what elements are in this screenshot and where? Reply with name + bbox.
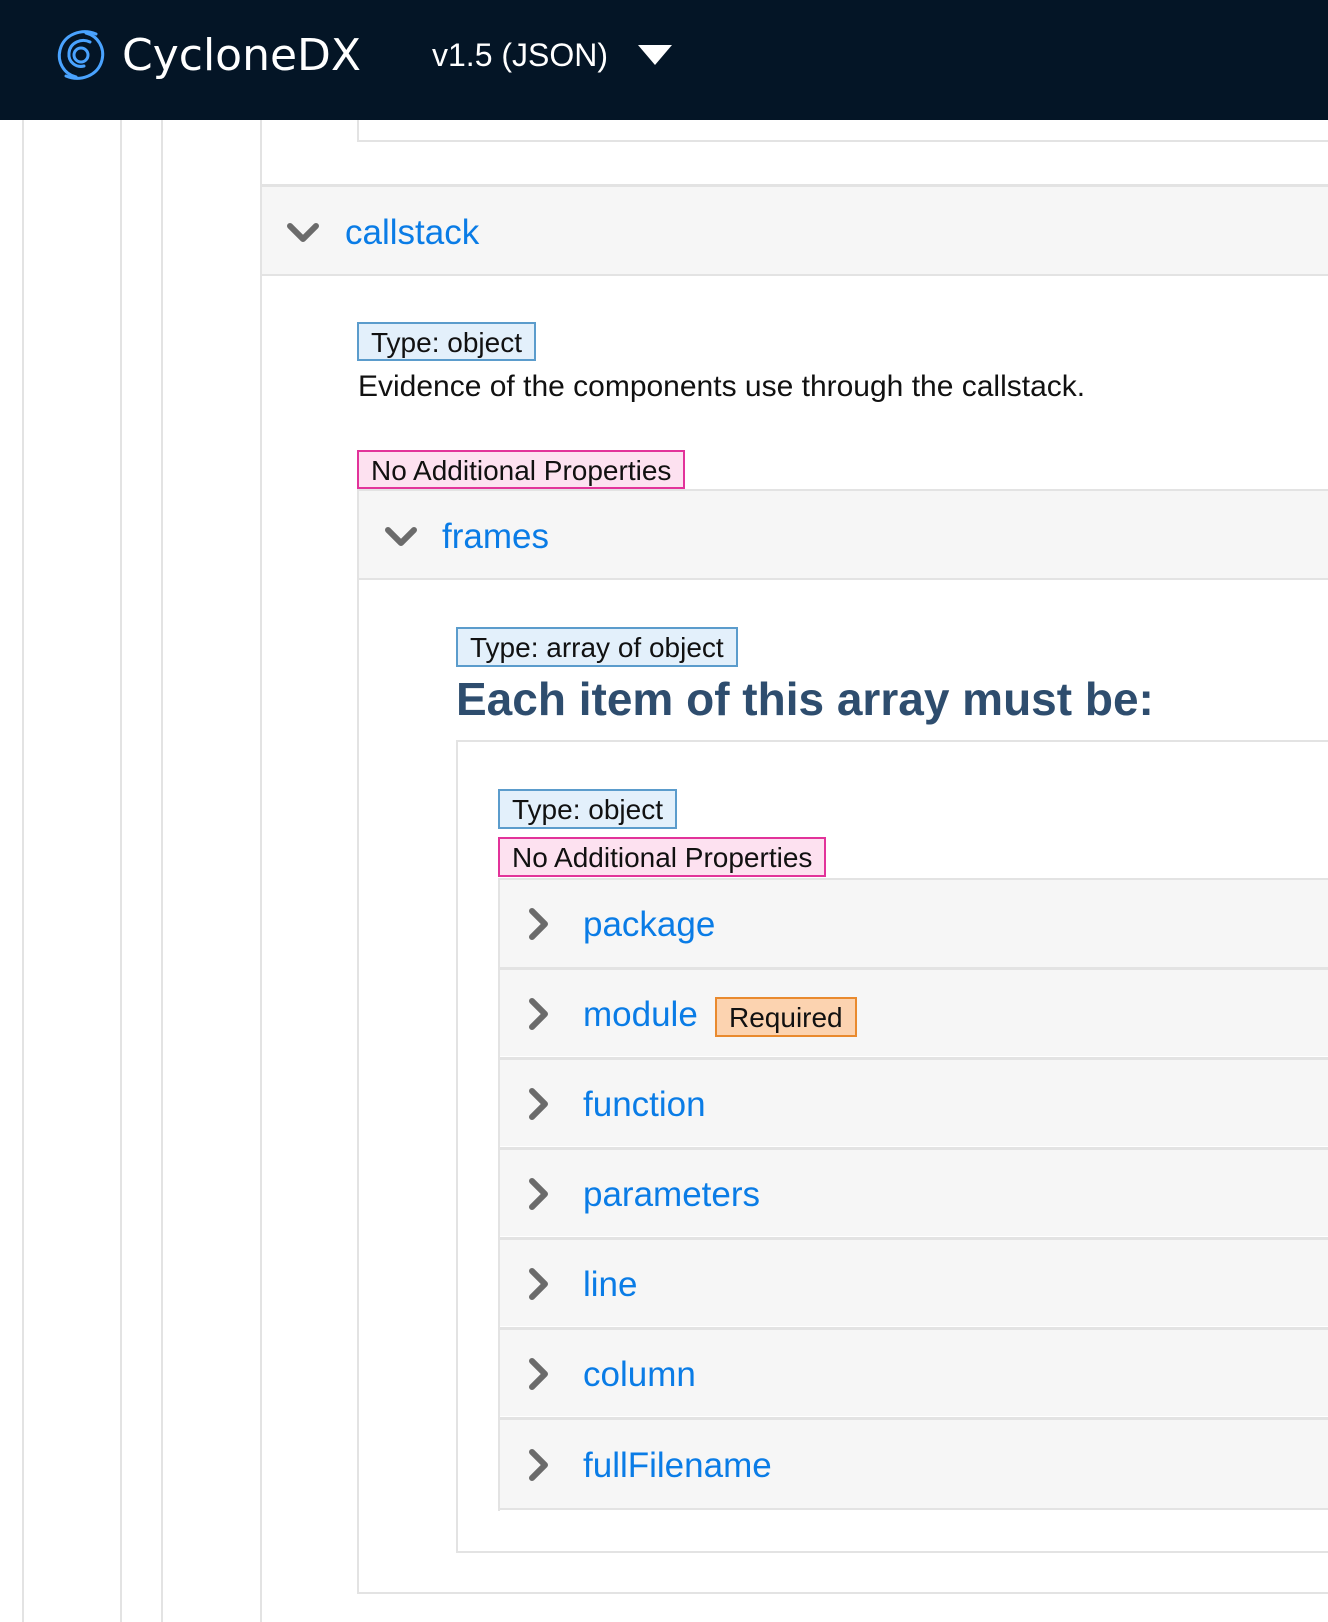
property-name-frames[interactable]: frames: [442, 519, 549, 554]
chevron-down-icon[interactable]: [286, 222, 320, 244]
item-box-border: [456, 740, 458, 1553]
row-border: [498, 1147, 1328, 1150]
frames-box-border: [357, 489, 359, 1594]
row-border: [498, 1057, 1328, 1060]
cyclonedx-logo-icon: [57, 30, 105, 80]
type-badge: Type: object: [498, 789, 677, 829]
row-border: [498, 878, 1328, 880]
prev-box-border: [357, 120, 359, 142]
nesting-guide: [120, 120, 122, 1622]
chevron-right-icon[interactable]: [528, 1357, 550, 1391]
row-border: [357, 489, 1328, 491]
no-additional-properties-badge: No Additional Properties: [357, 450, 686, 489]
type-badge: Type: object: [357, 322, 536, 361]
page: CycloneDX v1.5 (JSON) callstack Type: ob…: [0, 0, 1328, 1622]
row-border: [498, 1417, 1328, 1420]
version-label: v1.5 (JSON): [432, 36, 609, 73]
nesting-guide: [161, 120, 163, 1622]
chevron-right-icon[interactable]: [528, 1177, 550, 1211]
prev-box-border: [357, 140, 1328, 142]
chevron-right-icon[interactable]: [528, 1448, 550, 1482]
property-description: Evidence of the components use through t…: [358, 370, 1086, 403]
row-border: [498, 1508, 1328, 1510]
chevron-right-icon[interactable]: [528, 1267, 550, 1301]
row-border: [262, 274, 1328, 276]
property-name-parameters[interactable]: parameters: [583, 1177, 760, 1212]
chevron-right-icon[interactable]: [528, 1087, 550, 1121]
chevron-right-icon[interactable]: [528, 997, 550, 1031]
row-border: [498, 1237, 1328, 1240]
nesting-guide: [260, 120, 262, 1622]
property-name-module[interactable]: module: [583, 997, 698, 1032]
property-name-fullFilename[interactable]: fullFilename: [583, 1448, 772, 1483]
property-name-column[interactable]: column: [583, 1357, 696, 1392]
item-box-border: [456, 740, 1328, 742]
property-name-function[interactable]: function: [583, 1087, 706, 1122]
row-border: [498, 967, 1328, 970]
property-name-callstack[interactable]: callstack: [345, 215, 479, 250]
array-items-heading: Each item of this array must be:: [456, 673, 1154, 725]
nesting-guide: [22, 120, 24, 1622]
brand-name: CycloneDX: [122, 29, 362, 81]
type-badge: Type: array of object: [456, 627, 738, 667]
property-name-line[interactable]: line: [583, 1267, 637, 1302]
item-box-border: [456, 1551, 1328, 1553]
frames-box-border: [357, 1592, 1328, 1594]
required-badge: Required: [715, 997, 857, 1037]
no-additional-properties-badge: No Additional Properties: [498, 837, 827, 877]
row-border: [357, 578, 1328, 580]
property-name-package[interactable]: package: [583, 907, 715, 942]
chevron-down-icon[interactable]: [384, 526, 418, 548]
version-selector[interactable]: v1.5 (JSON): [432, 30, 673, 80]
row-border: [498, 1327, 1328, 1330]
row-border: [262, 184, 1328, 187]
chevron-right-icon[interactable]: [528, 907, 550, 941]
caret-down-icon: [638, 45, 673, 65]
top-navbar: CycloneDX v1.5 (JSON): [0, 0, 1328, 120]
brand-link[interactable]: CycloneDX: [52, 26, 361, 84]
